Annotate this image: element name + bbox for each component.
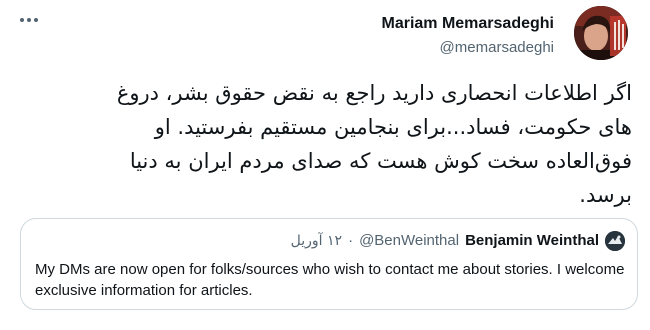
author-name[interactable]: Mariam Memarsadeghi <box>381 14 554 34</box>
tweet-text: اگر اطلاعات انحصاری دارید راجع به نقض حق… <box>116 81 632 207</box>
avatar[interactable] <box>574 6 628 60</box>
author-handle[interactable]: @memarsadeghi <box>381 38 554 58</box>
quoted-tweet-text: My DMs are now open for folks/sources wh… <box>35 261 625 299</box>
quoted-author-name[interactable]: Benjamin Weinthal <box>465 232 599 250</box>
quoted-tweet-date[interactable]: ۱۲ آوریل <box>291 232 342 250</box>
avatar-image <box>574 6 628 60</box>
quoted-author-avatar[interactable] <box>605 231 625 251</box>
quoted-author-handle[interactable]: @BenWeinthal <box>359 232 459 250</box>
quoted-tweet-card[interactable]: Benjamin Weinthal @BenWeinthal · ۱۲ آوری… <box>20 218 638 310</box>
quoted-tweet-header: Benjamin Weinthal @BenWeinthal · ۱۲ آوری… <box>291 231 625 251</box>
dot <box>34 18 38 22</box>
dot <box>27 18 31 22</box>
more-options-icon[interactable] <box>14 10 44 30</box>
author-block[interactable]: Mariam Memarsadeghi @memarsadeghi <box>381 14 554 58</box>
dot <box>20 18 24 22</box>
quoted-author-avatar-image <box>605 231 625 251</box>
separator-dot: · <box>348 232 354 249</box>
